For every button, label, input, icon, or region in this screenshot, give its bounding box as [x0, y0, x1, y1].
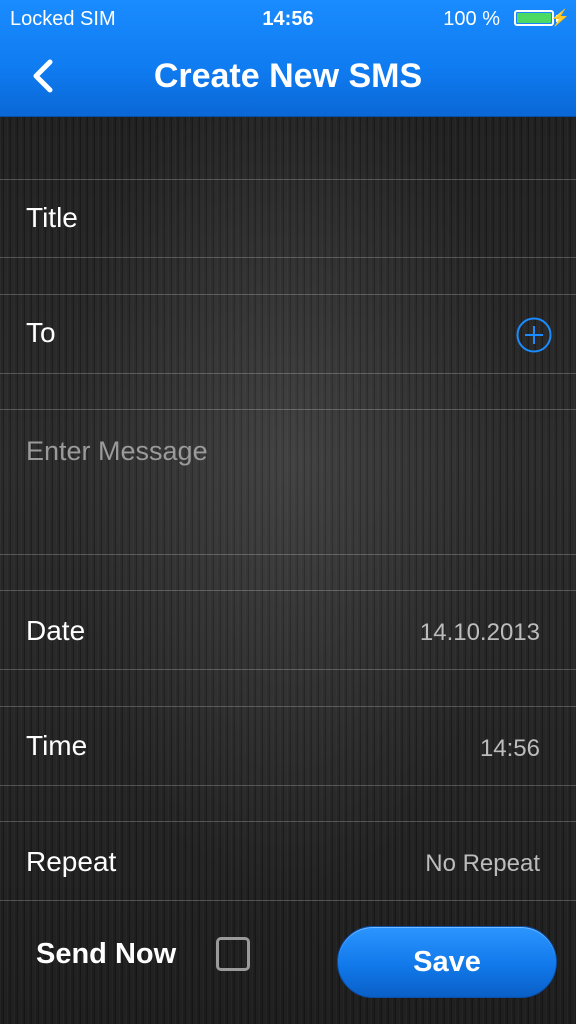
screen: Locked SIM 14:56 100 % ⚡ Create New SMS …: [0, 0, 576, 1024]
chevron-left-icon: [33, 59, 53, 93]
nav-bar: Create New SMS: [0, 38, 576, 114]
header: Locked SIM 14:56 100 % ⚡ Create New SMS: [0, 0, 576, 117]
battery-percent: 100 %: [443, 8, 500, 30]
battery-icon: [514, 10, 554, 26]
time-label: Time: [26, 730, 88, 761]
title-label: Title: [26, 202, 78, 233]
time-value: 14:56: [479, 735, 540, 762]
repeat-label: Repeat: [26, 846, 117, 877]
date-value: 14.10.2013: [419, 619, 540, 646]
save-button[interactable]: Save: [337, 926, 557, 998]
to-row[interactable]: To: [0, 294, 576, 374]
send-now-checkbox[interactable]: [216, 937, 250, 971]
time-row[interactable]: Time 14:56: [0, 706, 576, 786]
plus-circle-icon: [516, 317, 552, 353]
back-button[interactable]: [28, 56, 64, 96]
status-bar: Locked SIM 14:56 100 % ⚡: [0, 0, 576, 38]
send-now-label: Send Now: [36, 938, 177, 970]
charging-icon: ⚡: [550, 10, 570, 27]
repeat-value: No Repeat: [425, 850, 540, 877]
message-area: [0, 409, 576, 555]
date-row[interactable]: Date 14.10.2013: [0, 590, 576, 670]
title-row[interactable]: Title: [0, 179, 576, 258]
date-label: Date: [26, 615, 86, 646]
to-label: To: [26, 317, 56, 348]
message-input[interactable]: [24, 434, 548, 548]
page-title: Create New SMS: [153, 57, 423, 95]
battery-fill: [517, 13, 551, 23]
repeat-row[interactable]: Repeat No Repeat: [0, 821, 576, 901]
add-contact-button[interactable]: [516, 317, 552, 353]
